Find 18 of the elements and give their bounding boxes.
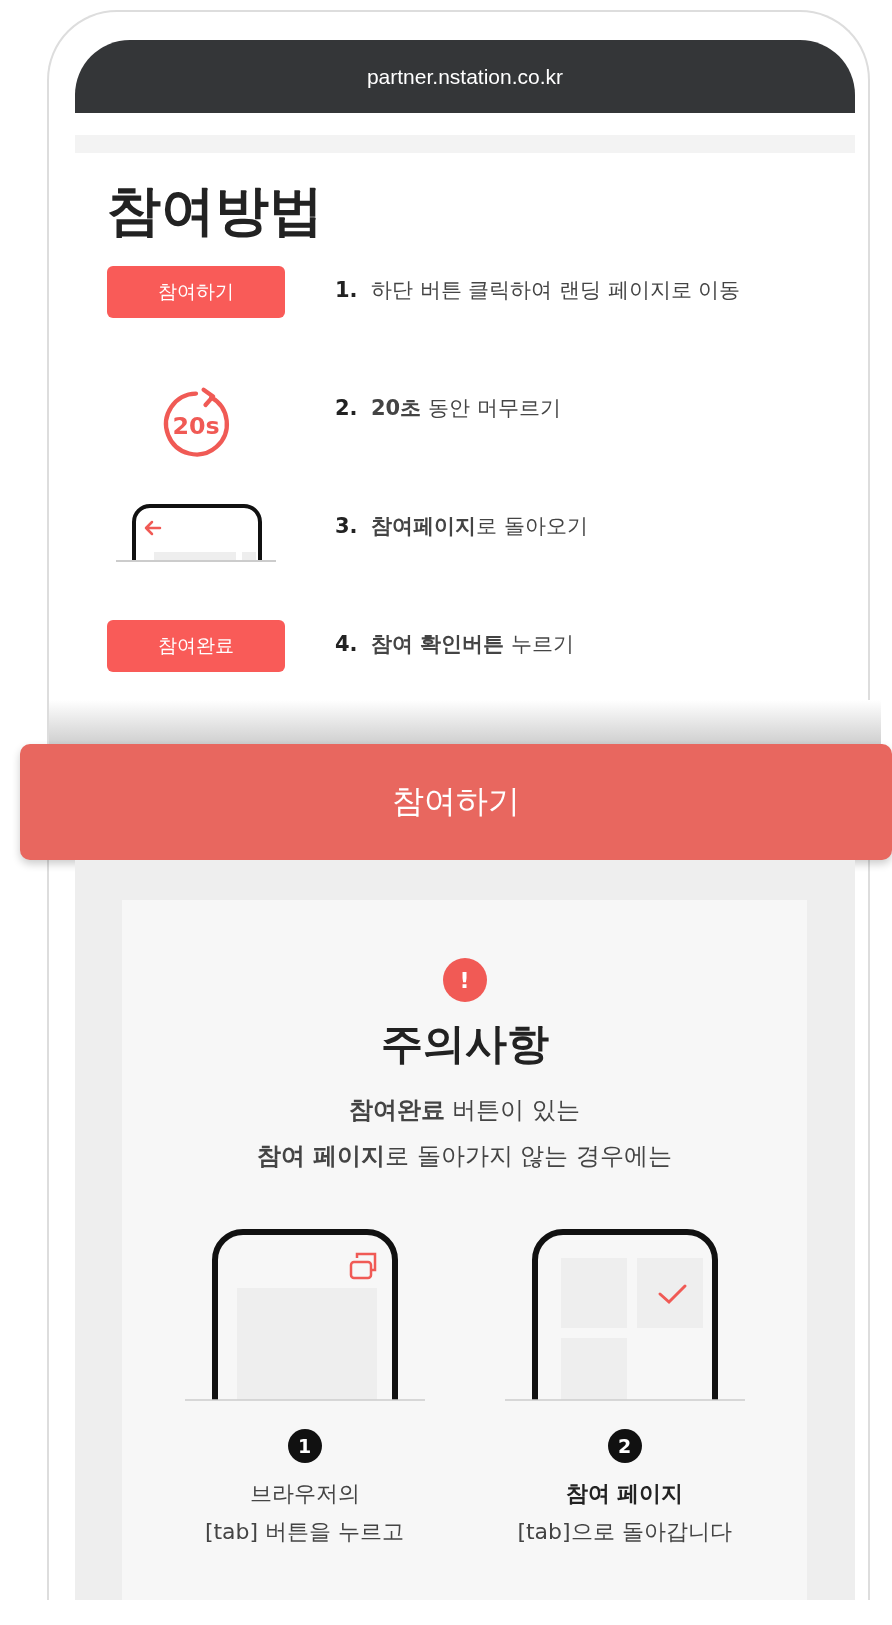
step-text: 3. 참여페이지로 돌아오기 (335, 513, 589, 540)
tip-text: 브라우저의 (249, 1480, 360, 1508)
step-number: 1 (287, 1429, 322, 1463)
step-text: 2. 20초 동안 머무르기 (335, 395, 562, 422)
section-title: 참여방법 (107, 178, 324, 244)
url-text[interactable]: partner.nstation.co.kr (366, 64, 564, 89)
tip-text: [tab]으로 돌아갑니다 (517, 1518, 732, 1546)
button-sample: 참여하기 (107, 266, 285, 318)
notice-text: 참여 페이지로 돌아가지 않는 경우에는 (256, 1141, 673, 1172)
tip-title: 참여 페이지 (565, 1480, 684, 1508)
step-text: 4. 참여 확인버튼 누르기 (335, 631, 575, 658)
tip-text: [tab] 버튼을 누르고 (204, 1518, 405, 1546)
step-number: 2 (607, 1429, 642, 1463)
step-text: 1. 하단 버튼 클릭하여 랜딩 페이지로 이동 (335, 277, 742, 304)
button-sample: 참여완료 (107, 620, 285, 672)
notice-title: 주의사항 (380, 1018, 549, 1070)
notice-text: 참여완료 버튼이 있는 (348, 1095, 581, 1126)
alert-icon: ! (442, 958, 487, 1002)
